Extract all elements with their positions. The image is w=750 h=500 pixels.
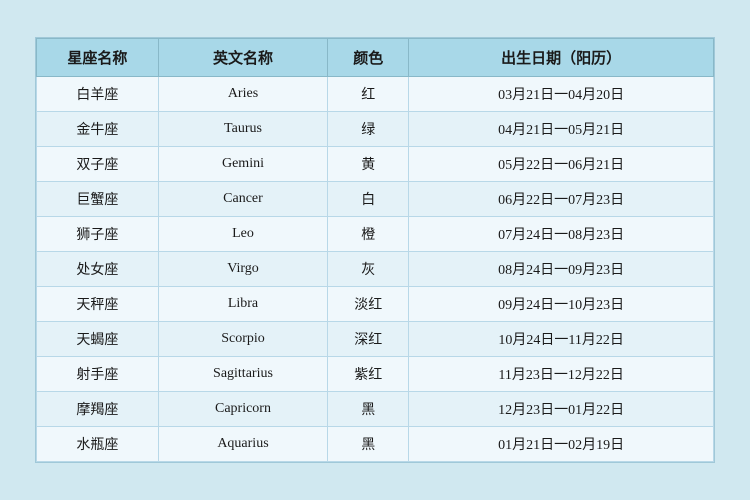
table-row: 天蝎座Scorpio深红10月24日一11月22日 bbox=[37, 322, 714, 357]
table-row: 白羊座Aries红03月21日一04月20日 bbox=[37, 77, 714, 112]
table-body: 白羊座Aries红03月21日一04月20日金牛座Taurus绿04月21日一0… bbox=[37, 77, 714, 462]
cell-english: Aries bbox=[158, 77, 327, 112]
table-row: 双子座Gemini黄05月22日一06月21日 bbox=[37, 147, 714, 182]
cell-english: Scorpio bbox=[158, 322, 327, 357]
cell-date: 09月24日一10月23日 bbox=[409, 287, 714, 322]
cell-chinese: 金牛座 bbox=[37, 112, 159, 147]
cell-english: Cancer bbox=[158, 182, 327, 217]
cell-chinese: 射手座 bbox=[37, 357, 159, 392]
cell-date: 06月22日一07月23日 bbox=[409, 182, 714, 217]
cell-date: 08月24日一09月23日 bbox=[409, 252, 714, 287]
cell-chinese: 狮子座 bbox=[37, 217, 159, 252]
cell-date: 07月24日一08月23日 bbox=[409, 217, 714, 252]
table-row: 巨蟹座Cancer白06月22日一07月23日 bbox=[37, 182, 714, 217]
cell-english: Sagittarius bbox=[158, 357, 327, 392]
table-row: 狮子座Leo橙07月24日一08月23日 bbox=[37, 217, 714, 252]
table-row: 摩羯座Capricorn黑12月23日一01月22日 bbox=[37, 392, 714, 427]
cell-date: 12月23日一01月22日 bbox=[409, 392, 714, 427]
cell-chinese: 处女座 bbox=[37, 252, 159, 287]
cell-english: Capricorn bbox=[158, 392, 327, 427]
cell-color: 灰 bbox=[328, 252, 409, 287]
cell-color: 绿 bbox=[328, 112, 409, 147]
cell-date: 05月22日一06月21日 bbox=[409, 147, 714, 182]
cell-color: 淡红 bbox=[328, 287, 409, 322]
cell-color: 橙 bbox=[328, 217, 409, 252]
zodiac-table: 星座名称 英文名称 颜色 出生日期（阳历） 白羊座Aries红03月21日一04… bbox=[36, 38, 714, 462]
cell-date: 10月24日一11月22日 bbox=[409, 322, 714, 357]
cell-english: Taurus bbox=[158, 112, 327, 147]
header-date: 出生日期（阳历） bbox=[409, 39, 714, 77]
cell-chinese: 白羊座 bbox=[37, 77, 159, 112]
cell-english: Leo bbox=[158, 217, 327, 252]
cell-english: Libra bbox=[158, 287, 327, 322]
table-row: 射手座Sagittarius紫红11月23日一12月22日 bbox=[37, 357, 714, 392]
cell-color: 黑 bbox=[328, 392, 409, 427]
table-row: 处女座Virgo灰08月24日一09月23日 bbox=[37, 252, 714, 287]
zodiac-table-container: 星座名称 英文名称 颜色 出生日期（阳历） 白羊座Aries红03月21日一04… bbox=[35, 37, 715, 463]
cell-date: 03月21日一04月20日 bbox=[409, 77, 714, 112]
cell-chinese: 水瓶座 bbox=[37, 427, 159, 462]
header-color: 颜色 bbox=[328, 39, 409, 77]
cell-color: 紫红 bbox=[328, 357, 409, 392]
cell-color: 红 bbox=[328, 77, 409, 112]
cell-chinese: 巨蟹座 bbox=[37, 182, 159, 217]
cell-chinese: 天蝎座 bbox=[37, 322, 159, 357]
table-row: 水瓶座Aquarius黑01月21日一02月19日 bbox=[37, 427, 714, 462]
cell-color: 白 bbox=[328, 182, 409, 217]
cell-color: 黑 bbox=[328, 427, 409, 462]
cell-english: Gemini bbox=[158, 147, 327, 182]
cell-date: 11月23日一12月22日 bbox=[409, 357, 714, 392]
cell-color: 黄 bbox=[328, 147, 409, 182]
cell-date: 04月21日一05月21日 bbox=[409, 112, 714, 147]
cell-english: Virgo bbox=[158, 252, 327, 287]
cell-chinese: 天秤座 bbox=[37, 287, 159, 322]
header-chinese: 星座名称 bbox=[37, 39, 159, 77]
cell-color: 深红 bbox=[328, 322, 409, 357]
cell-chinese: 摩羯座 bbox=[37, 392, 159, 427]
table-row: 金牛座Taurus绿04月21日一05月21日 bbox=[37, 112, 714, 147]
cell-date: 01月21日一02月19日 bbox=[409, 427, 714, 462]
table-header-row: 星座名称 英文名称 颜色 出生日期（阳历） bbox=[37, 39, 714, 77]
table-row: 天秤座Libra淡红09月24日一10月23日 bbox=[37, 287, 714, 322]
header-english: 英文名称 bbox=[158, 39, 327, 77]
cell-chinese: 双子座 bbox=[37, 147, 159, 182]
cell-english: Aquarius bbox=[158, 427, 327, 462]
